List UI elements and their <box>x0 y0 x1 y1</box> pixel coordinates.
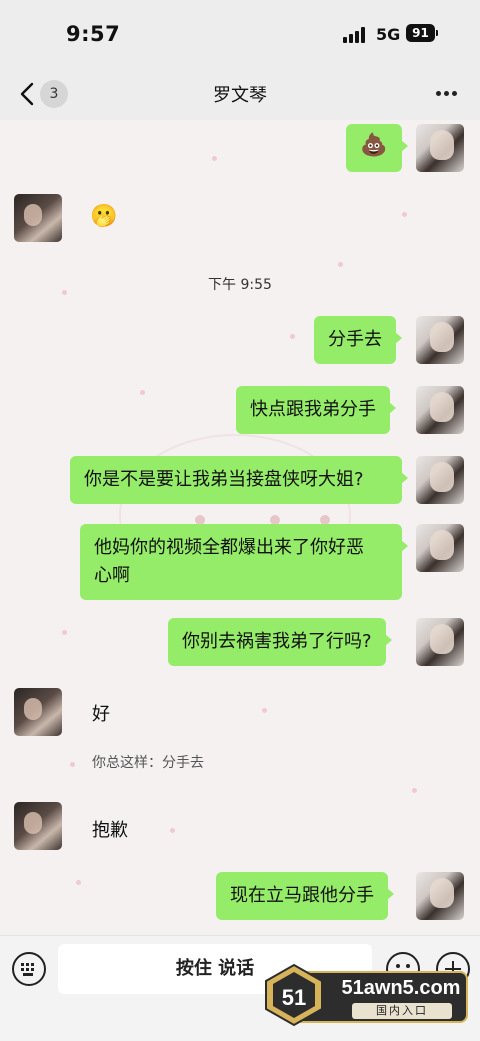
avatar-self[interactable] <box>416 618 464 666</box>
more-icon[interactable] <box>436 91 458 97</box>
message-text: 快点跟我弟分手 <box>250 399 376 420</box>
message-text-line: 他妈你的视频全都爆出来了你好恶 <box>94 537 364 558</box>
chat-area[interactable]: 💩 🫢 下午 9:55 分手去 快点跟我弟分手 你是不是要让我弟当接盘侠呀大姐?… <box>0 120 480 935</box>
battery-icon: 91 <box>406 24 435 42</box>
watermark-badge-text: 51 <box>282 985 306 1010</box>
message-text: 现在立马跟他分手 <box>230 885 374 906</box>
bg-dot <box>290 334 295 339</box>
message-bubble-self[interactable]: 快点跟我弟分手 <box>236 386 396 434</box>
battery-tip <box>436 30 438 36</box>
bg-dot <box>76 880 81 885</box>
message-bubble-self[interactable]: 他妈你的视频全都爆出来了你好恶 心啊 <box>80 524 408 600</box>
message-text-other[interactable]: 抱歉 <box>92 816 128 842</box>
avatar-other[interactable] <box>14 194 62 242</box>
status-bar: 9:57 5G 91 <box>0 0 480 68</box>
watermark-site: 51awn5.com <box>341 977 461 999</box>
bg-dot <box>70 762 75 767</box>
message-bubble-self[interactable]: 你别去祸害我弟了行吗? <box>168 618 392 666</box>
chat-title: 罗文琴 <box>213 85 267 106</box>
hand-over-mouth-emoji[interactable]: 🫢 <box>90 204 117 229</box>
bg-dot <box>412 788 417 793</box>
bg-dot <box>170 828 175 833</box>
signal-icon <box>343 27 369 43</box>
poop-emoji: 💩 <box>360 133 388 158</box>
bg-dot <box>402 212 407 217</box>
message-text: 你是不是要让我弟当接盘侠呀大姐? <box>84 469 364 490</box>
bg-dot <box>262 708 267 713</box>
message-bubble-self[interactable]: 你是不是要让我弟当接盘侠呀大姐? <box>70 456 408 504</box>
quoted-message[interactable]: 你总这样：分手去 <box>92 752 204 772</box>
avatar-self[interactable] <box>416 456 464 504</box>
back-arrow-icon[interactable] <box>18 82 38 106</box>
message-bubble-self[interactable]: 现在立马跟他分手 <box>216 872 394 920</box>
bg-dot <box>140 390 145 395</box>
message-text: 分手去 <box>328 329 382 350</box>
avatar-self[interactable] <box>416 872 464 920</box>
message-text: 你别去祸害我弟了行吗? <box>182 631 372 652</box>
network-label: 5G <box>376 25 401 44</box>
message-text-other[interactable]: 好 <box>92 700 110 726</box>
avatar-self[interactable] <box>416 524 464 572</box>
watermark-badge-icon: 51 <box>265 963 323 1027</box>
bg-dot <box>338 262 343 267</box>
message-text-line: 心啊 <box>94 565 130 586</box>
watermark: 51awn5.com 国内入口 51 <box>262 963 468 1027</box>
message-bubble-self[interactable]: 分手去 <box>314 316 402 364</box>
status-time: 9:57 <box>66 22 121 46</box>
bg-dot <box>62 630 67 635</box>
watermark-subtitle: 国内入口 <box>352 1003 452 1019</box>
unread-count-badge[interactable]: 3 <box>40 80 68 108</box>
keyboard-icon[interactable] <box>12 952 46 986</box>
nav-bar: 3 罗文琴 <box>0 68 480 120</box>
avatar-self[interactable] <box>416 386 464 434</box>
avatar-self[interactable] <box>416 316 464 364</box>
message-bubble-self[interactable]: 💩 <box>346 124 408 172</box>
time-stamp: 下午 9:55 <box>208 277 272 293</box>
avatar-other[interactable] <box>14 802 62 850</box>
avatar-other[interactable] <box>14 688 62 736</box>
bg-dot <box>212 156 217 161</box>
avatar-self[interactable] <box>416 124 464 172</box>
